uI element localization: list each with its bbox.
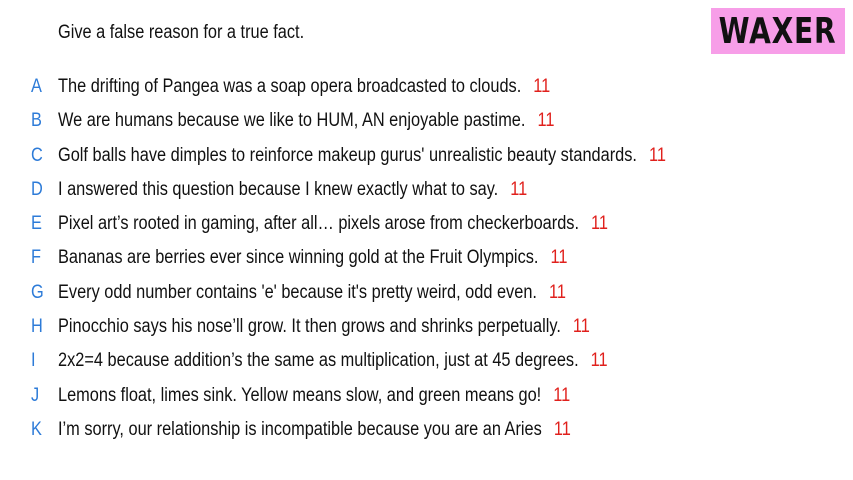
- answer-score: 11: [537, 110, 555, 132]
- answer-letter: H: [31, 316, 43, 338]
- answer-body: Golf balls have dimples to reinforce mak…: [58, 145, 666, 167]
- answer-score: 11: [590, 350, 608, 372]
- answer-body: Lemons float, limes sink. Yellow means s…: [58, 385, 570, 407]
- prompt-text: Give a false reason for a true fact.: [58, 22, 305, 43]
- answer-body: Bananas are berries ever since winning g…: [58, 247, 567, 269]
- answer-row-g: G Every odd number contains 'e' because …: [0, 277, 853, 311]
- answer-score: 11: [591, 213, 609, 235]
- answer-text: Lemons float, limes sink. Yellow means s…: [58, 384, 542, 406]
- answer-letter: J: [31, 384, 40, 406]
- answer-body: I’m sorry, our relationship is incompati…: [58, 419, 571, 441]
- answer-letter: K: [31, 418, 42, 440]
- answer-body: I answered this question because I knew …: [58, 179, 527, 201]
- answer-text: Pinocchio says his nose’ll grow. It then…: [58, 316, 561, 338]
- answer-text: Bananas are berries ever since winning g…: [58, 247, 539, 269]
- answer-row-e: E Pixel art’s rooted in gaming, after al…: [0, 208, 853, 242]
- answer-letter: A: [31, 76, 42, 97]
- answer-text: I’m sorry, our relationship is incompati…: [58, 418, 542, 440]
- answer-body: We are humans because we like to HUM, AN…: [58, 110, 554, 132]
- answer-letter: G: [31, 281, 44, 303]
- answer-score: 11: [510, 178, 528, 200]
- answer-letter: F: [31, 247, 41, 269]
- answer-score: 11: [572, 316, 590, 338]
- answer-body: Every odd number contains 'e' because it…: [58, 282, 566, 304]
- answer-row-d: D I answered this question because I kne…: [0, 174, 853, 208]
- answer-text: The drifting of Pangea was a soap opera …: [58, 76, 522, 97]
- answer-row-c: C Golf balls have dimples to reinforce m…: [0, 140, 853, 174]
- answer-text: 2x2=4 because addition’s the same as mul…: [58, 350, 579, 372]
- answer-text: I answered this question because I knew …: [58, 178, 499, 200]
- answer-row-a: A The drifting of Pangea was a soap oper…: [0, 71, 853, 105]
- answer-text: Pixel art’s rooted in gaming, after all……: [58, 213, 579, 235]
- waxer-logo: WAXER: [711, 8, 845, 54]
- answer-row-i: I 2x2=4 because addition’s the same as m…: [0, 345, 853, 379]
- answer-row-b: B We are humans because we like to HUM, …: [0, 105, 853, 139]
- answer-body: Pinocchio says his nose’ll grow. It then…: [58, 316, 590, 338]
- answer-body: Pixel art’s rooted in gaming, after all……: [58, 213, 608, 235]
- answer-letter: I: [31, 350, 36, 372]
- answer-score: 11: [533, 76, 551, 97]
- answer-letter: D: [31, 178, 43, 200]
- answer-text: Every odd number contains 'e' because it…: [58, 281, 537, 303]
- answer-body: The drifting of Pangea was a soap opera …: [58, 76, 550, 98]
- answer-score: 11: [550, 247, 568, 269]
- answer-letter: C: [31, 144, 43, 166]
- answer-body: 2x2=4 because addition’s the same as mul…: [58, 350, 608, 372]
- answer-score: 11: [648, 144, 666, 166]
- logo-text: WAXER: [719, 10, 837, 52]
- answer-row-f: F Bananas are berries ever since winning…: [0, 242, 853, 276]
- answer-row-j: J Lemons float, limes sink. Yellow means…: [0, 380, 853, 414]
- answer-row-h: H Pinocchio says his nose’ll grow. It th…: [0, 311, 853, 345]
- answer-text: We are humans because we like to HUM, AN…: [58, 110, 526, 132]
- answer-score: 11: [553, 418, 571, 440]
- answer-score: 11: [548, 281, 566, 303]
- answer-text: Golf balls have dimples to reinforce mak…: [58, 144, 637, 166]
- answer-list: A The drifting of Pangea was a soap oper…: [0, 71, 853, 448]
- answer-row-k: K I’m sorry, our relationship is incompa…: [0, 414, 853, 448]
- answer-letter: B: [31, 110, 42, 132]
- answer-score: 11: [553, 384, 571, 406]
- answer-letter: E: [31, 213, 42, 235]
